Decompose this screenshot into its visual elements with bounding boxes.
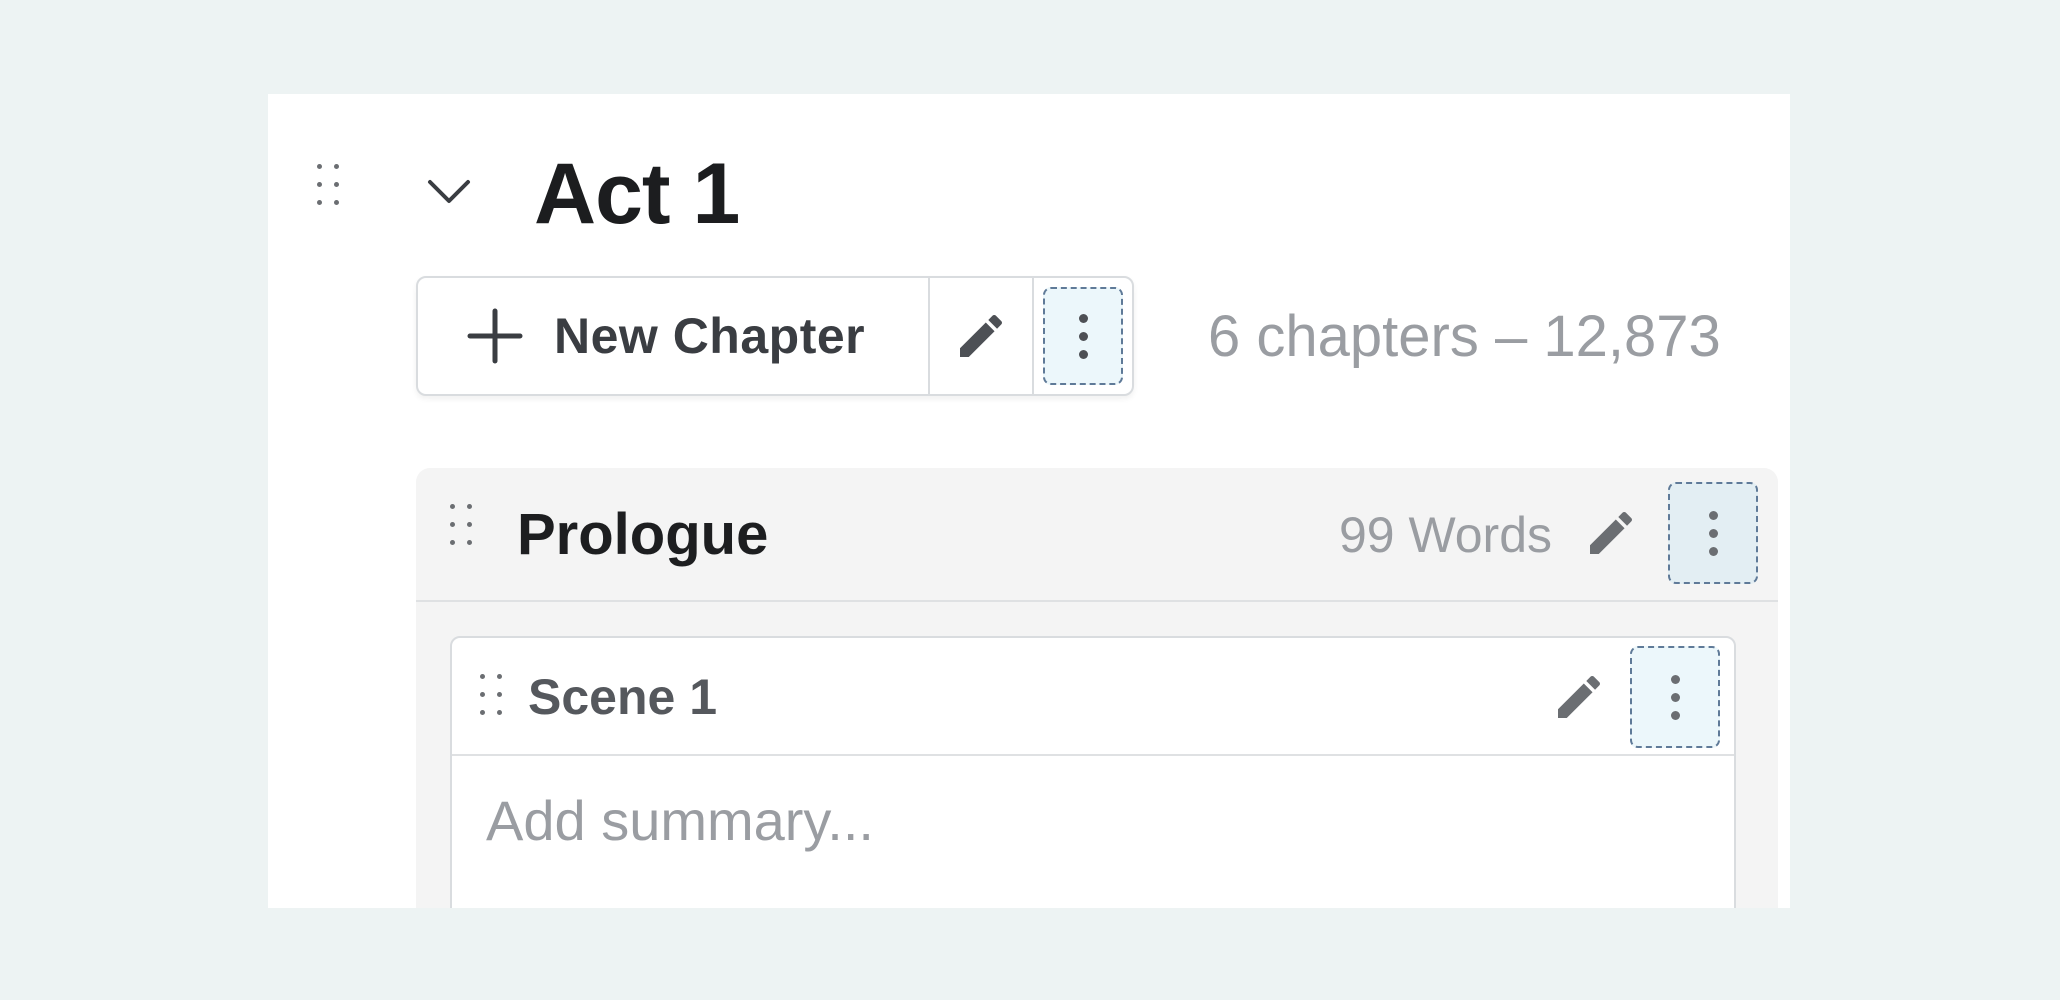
act-drag-handle-icon[interactable] (317, 164, 339, 205)
outline-panel: Act 1 New Chapter 6 chapters – 12,873 Pr… (268, 94, 1790, 908)
kebab-menu-icon (1670, 674, 1680, 720)
pencil-icon (1558, 675, 1601, 718)
chapter-drag-handle-icon[interactable] (450, 504, 472, 545)
new-chapter-button[interactable]: New Chapter (418, 278, 930, 394)
scene-card: Scene 1 (450, 636, 1736, 908)
chapter-card: Prologue 99 Words Scene 1 (416, 468, 1778, 908)
scene-title: Scene 1 (528, 669, 718, 725)
scene-more-options-button[interactable] (1630, 646, 1720, 748)
chevron-down-icon[interactable] (426, 176, 472, 206)
scene-summary-input[interactable] (486, 784, 1686, 858)
kebab-menu-icon (1708, 510, 1718, 556)
edit-act-button[interactable] (930, 278, 1034, 394)
chapter-more-options-button[interactable] (1668, 482, 1758, 584)
chapter-header: Prologue 99 Words (416, 468, 1778, 602)
plus-icon (467, 308, 523, 364)
act-more-focus-box (1043, 287, 1123, 385)
pencil-icon (1590, 511, 1633, 554)
act-stats: 6 chapters – 12,873 (1208, 304, 1721, 369)
pencil-icon (960, 314, 1003, 357)
scene-drag-handle-icon[interactable] (480, 674, 502, 715)
new-chapter-label: New Chapter (554, 308, 866, 364)
scene-header: Scene 1 (452, 638, 1734, 756)
chapter-word-count: 99 Words (1338, 507, 1552, 563)
chapter-title: Prologue (517, 502, 769, 567)
kebab-menu-icon (1078, 313, 1088, 359)
edit-scene-button[interactable] (1550, 668, 1608, 726)
act-toolbar: New Chapter (416, 276, 1134, 396)
edit-chapter-button[interactable] (1582, 504, 1640, 562)
act-title: Act 1 (534, 146, 740, 242)
act-more-options-button[interactable] (1034, 278, 1132, 394)
